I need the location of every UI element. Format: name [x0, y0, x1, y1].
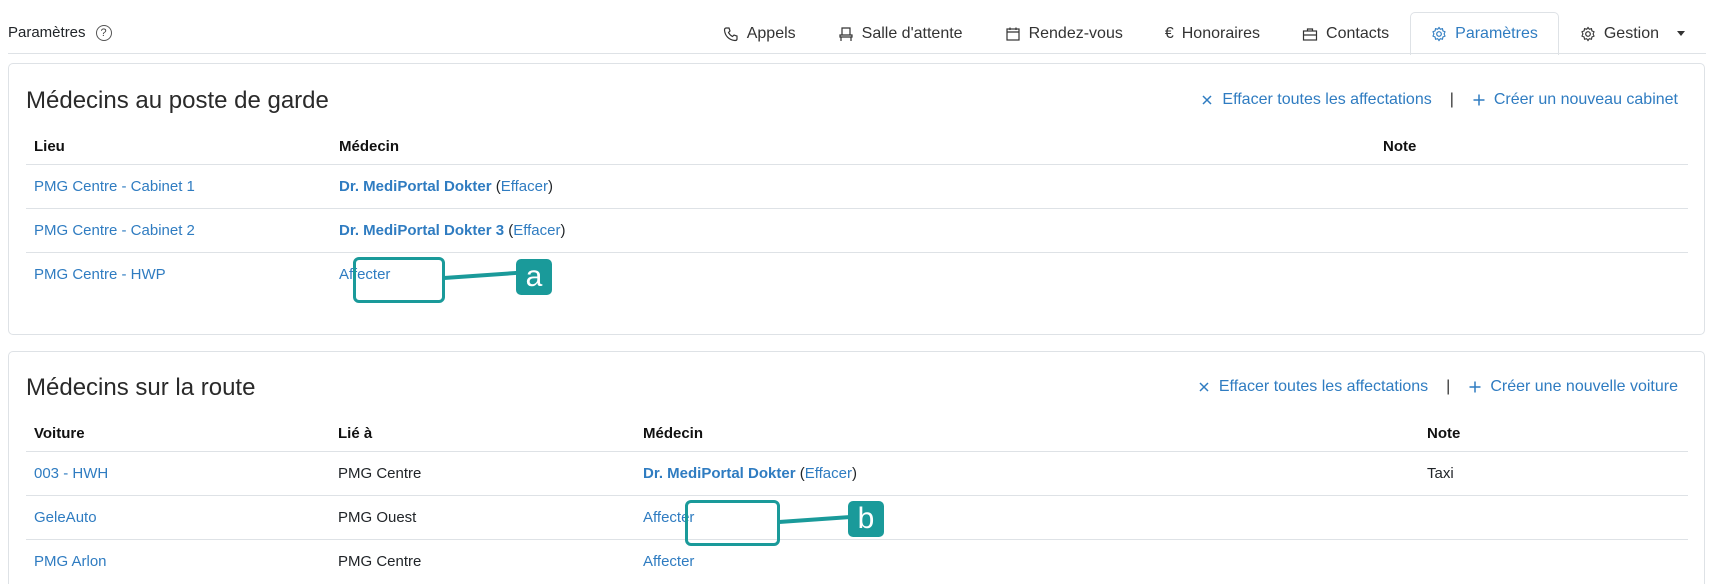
table-row: PMG Centre - HWP Affecter: [26, 252, 1688, 296]
calendar-icon: [1005, 27, 1020, 41]
callout-a-box: [353, 257, 445, 303]
tab-salle-attente[interactable]: Salle d'attente: [817, 12, 984, 54]
callout-b-label: b: [848, 501, 884, 537]
tab-rendez-vous[interactable]: Rendez-vous: [984, 12, 1144, 54]
effacer-link[interactable]: Effacer: [501, 178, 548, 195]
route-table: Voiture Lié à Médecin Note 003 - HWH PMG…: [26, 417, 1688, 583]
column-header: Lieu: [26, 130, 331, 165]
garde-title: Médecins au poste de garde: [26, 87, 329, 114]
route-actions: Effacer toutes les affectations | Créer …: [1197, 378, 1678, 396]
doctor-link[interactable]: Dr. MediPortal Dokter 3: [339, 222, 504, 239]
effacer-link[interactable]: Effacer: [805, 465, 852, 482]
question-circle-icon[interactable]: ?: [95, 24, 112, 41]
create-label: Créer un nouveau cabinet: [1493, 91, 1678, 108]
column-header: Lié à: [330, 417, 635, 452]
column-header: Note: [1419, 417, 1688, 452]
lie-a-cell: PMG Centre: [330, 451, 635, 496]
table-row: PMG Arlon PMG Centre Affecter: [26, 539, 1688, 583]
voiture-link[interactable]: 003 - HWH: [34, 465, 108, 482]
column-header: Voiture: [26, 417, 330, 452]
lieu-link[interactable]: PMG Centre - Cabinet 2: [34, 222, 195, 239]
briefcase-icon: [1302, 27, 1318, 41]
lieu-link[interactable]: PMG Centre - Cabinet 1: [34, 178, 195, 195]
tab-label: Honoraires: [1181, 24, 1261, 42]
phone-icon: [723, 26, 738, 41]
close-icon: [1202, 95, 1212, 105]
table-header-row: Voiture Lié à Médecin Note: [26, 417, 1688, 452]
chair-icon: [839, 26, 853, 41]
lie-a-cell: PMG Ouest: [330, 495, 635, 540]
doctor-link[interactable]: Dr. MediPortal Dokter: [339, 178, 492, 195]
table-row: PMG Centre - Cabinet 1 Dr. MediPortal Do…: [26, 164, 1688, 209]
tab-label: Paramètres: [1455, 25, 1538, 42]
create-cabinet-button[interactable]: Créer un nouveau cabinet: [1472, 91, 1678, 109]
create-label: Créer une nouvelle voiture: [1490, 378, 1678, 395]
column-header: Médecin: [331, 130, 1375, 165]
affecter-link[interactable]: Affecter: [643, 553, 694, 570]
gear-icon: [1581, 26, 1595, 41]
tab-label: Contacts: [1326, 24, 1390, 42]
callout-b-box: [685, 500, 780, 546]
tab-label: Salle d'attente: [861, 24, 963, 42]
gear-icon: [1432, 26, 1446, 42]
tab-label: Rendez-vous: [1028, 24, 1123, 42]
plus-icon: [1469, 381, 1481, 393]
voiture-link[interactable]: GeleAuto: [34, 509, 97, 526]
page-title: Paramètres ?: [8, 24, 112, 41]
lieu-link[interactable]: PMG Centre - HWP: [34, 266, 166, 283]
note-cell: Taxi: [1419, 451, 1688, 496]
tab-contacts[interactable]: Contacts: [1281, 12, 1410, 54]
garde-table: Lieu Médecin Note PMG Centre - Cabinet 1…: [26, 130, 1688, 296]
note-cell: [1419, 495, 1688, 540]
euro-icon: €: [1164, 24, 1174, 42]
route-card: Médecins sur la route Effacer toutes les…: [8, 351, 1705, 584]
clear-all-label: Effacer toutes les affectations: [1218, 378, 1429, 395]
note-cell: [1375, 164, 1688, 209]
clear-all-label: Effacer toutes les affectations: [1222, 91, 1432, 108]
note-cell: [1375, 208, 1688, 253]
table-row: PMG Centre - Cabinet 2 Dr. MediPortal Do…: [26, 208, 1688, 253]
column-header: Médecin: [635, 417, 1419, 452]
tab-gestion[interactable]: Gestion: [1559, 12, 1706, 54]
table-row: 003 - HWH PMG Centre Dr. MediPortal Dokt…: [26, 451, 1688, 496]
actions-separator: |: [1449, 91, 1454, 108]
tab-appels[interactable]: Appels: [702, 12, 817, 54]
callout-a-label: a: [516, 259, 552, 295]
chevron-down-icon: [1677, 31, 1685, 36]
garde-clear-all-button[interactable]: Effacer toutes les affectations: [1200, 91, 1432, 109]
nav-tabs: Appels Salle d'attente Rendez-vous € Hon…: [702, 12, 1706, 55]
tab-parametres[interactable]: Paramètres: [1410, 12, 1559, 55]
top-bar: Paramètres ? Appels Salle d'attente Rend…: [0, 0, 1714, 55]
garde-card: Médecins au poste de garde Effacer toute…: [8, 63, 1705, 335]
tabs-baseline: [8, 53, 1706, 54]
effacer-link[interactable]: Effacer: [513, 222, 560, 239]
voiture-link[interactable]: PMG Arlon: [34, 553, 107, 570]
note-cell: [1419, 539, 1688, 583]
page-title-text: Paramètres: [8, 24, 86, 41]
tab-honoraires[interactable]: € Honoraires: [1144, 12, 1281, 54]
route-title: Médecins sur la route: [26, 374, 256, 401]
tab-label: Gestion: [1603, 24, 1659, 42]
actions-separator: |: [1446, 378, 1451, 395]
route-clear-all-button[interactable]: Effacer toutes les affectations: [1197, 378, 1428, 396]
tab-label: Appels: [746, 24, 796, 42]
lie-a-cell: PMG Centre: [338, 552, 422, 570]
note-cell: [1375, 252, 1688, 296]
table-header-row: Lieu Médecin Note: [26, 130, 1688, 165]
column-header: Note: [1375, 130, 1688, 165]
garde-actions: Effacer toutes les affectations | Créer …: [1200, 91, 1678, 109]
create-voiture-button[interactable]: Créer une nouvelle voiture: [1468, 378, 1678, 396]
plus-icon: [1473, 94, 1485, 106]
close-icon: [1199, 382, 1209, 392]
doctor-link[interactable]: Dr. MediPortal Dokter: [643, 465, 796, 482]
